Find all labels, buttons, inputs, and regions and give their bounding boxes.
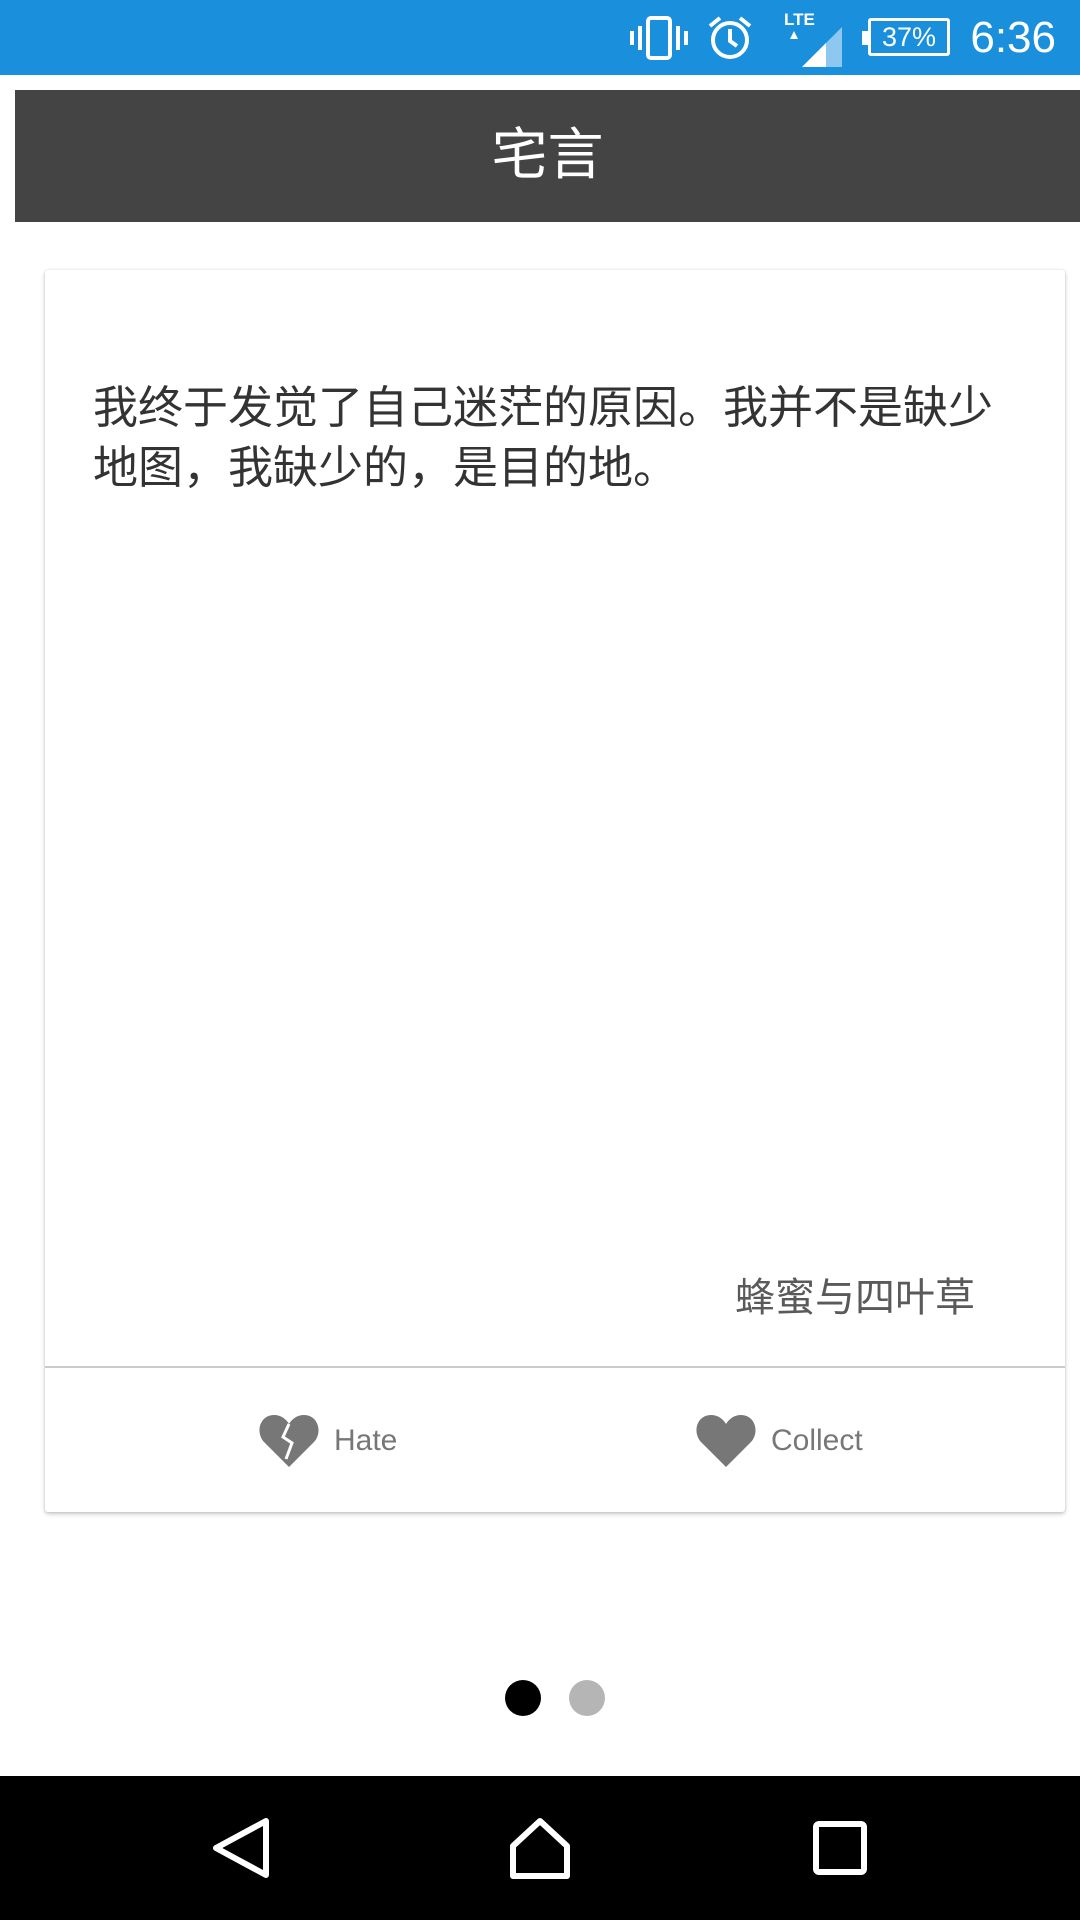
- page-dot-active[interactable]: [505, 1680, 541, 1716]
- lte-label: LTE: [784, 10, 815, 29]
- quote-card: 我终于发觉了自己迷茫的原因。我并不是缺少地图，我缺少的，是目的地。 蜂蜜与四叶草…: [45, 270, 1065, 1512]
- page-indicator: [505, 1680, 633, 1716]
- page-dot-inactive[interactable]: [569, 1680, 605, 1716]
- collect-label: Collect: [771, 1424, 863, 1457]
- collect-button[interactable]: Collect: [695, 1406, 863, 1476]
- alarm-icon: [706, 0, 754, 75]
- back-icon[interactable]: [210, 1776, 272, 1920]
- home-icon[interactable]: [508, 1776, 572, 1920]
- app-bar: 宅言: [15, 90, 1080, 222]
- page-title: 宅言: [491, 123, 604, 188]
- signal-icon: LTE: [782, 0, 844, 75]
- quote-text: 我终于发觉了自己迷茫的原因。我并不是缺少地图，我缺少的，是目的地。: [93, 381, 994, 494]
- quote-author: 蜂蜜与四叶草: [735, 1275, 975, 1321]
- vibrate-icon: [630, 0, 688, 75]
- heart-icon: [696, 1415, 756, 1467]
- broken-heart-icon: [259, 1415, 319, 1467]
- recents-icon[interactable]: [812, 1776, 868, 1920]
- battery-indicator: 37%: [862, 18, 950, 56]
- hate-button[interactable]: Hate: [258, 1406, 397, 1476]
- status-time: 6:36: [970, 13, 1056, 62]
- status-bar: LTE 37% 6:36: [0, 0, 1080, 75]
- card-divider: [45, 1366, 1065, 1368]
- hate-label: Hate: [334, 1424, 398, 1457]
- navigation-bar: [0, 1776, 1080, 1920]
